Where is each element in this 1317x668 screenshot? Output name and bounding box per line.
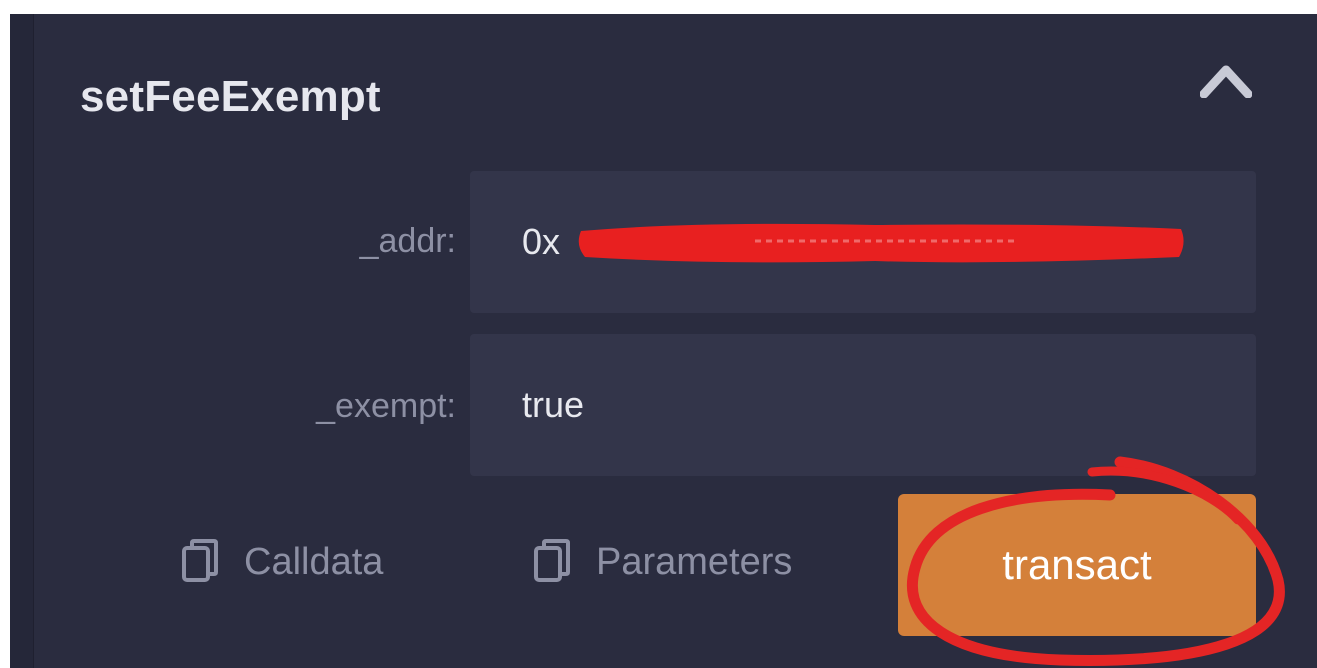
transact-button[interactable]: transact	[898, 494, 1256, 636]
parameters-label: Parameters	[596, 540, 793, 583]
chevron-up-icon[interactable]	[1200, 62, 1252, 98]
addr-input[interactable]: 0x	[470, 171, 1256, 313]
addr-label: _addr:	[359, 222, 456, 260]
function-name: setFeeExempt	[80, 72, 381, 121]
copy-calldata-button[interactable]: Calldata	[180, 538, 383, 586]
copy-icon	[182, 539, 218, 582]
exempt-input[interactable]: true	[470, 334, 1256, 476]
exempt-value: true	[522, 384, 585, 425]
copy-icon	[534, 539, 570, 582]
calldata-label: Calldata	[244, 540, 384, 583]
addr-value: 0x	[522, 221, 561, 262]
exempt-label: _exempt:	[316, 387, 456, 425]
copy-parameters-button[interactable]: Parameters	[532, 538, 792, 586]
